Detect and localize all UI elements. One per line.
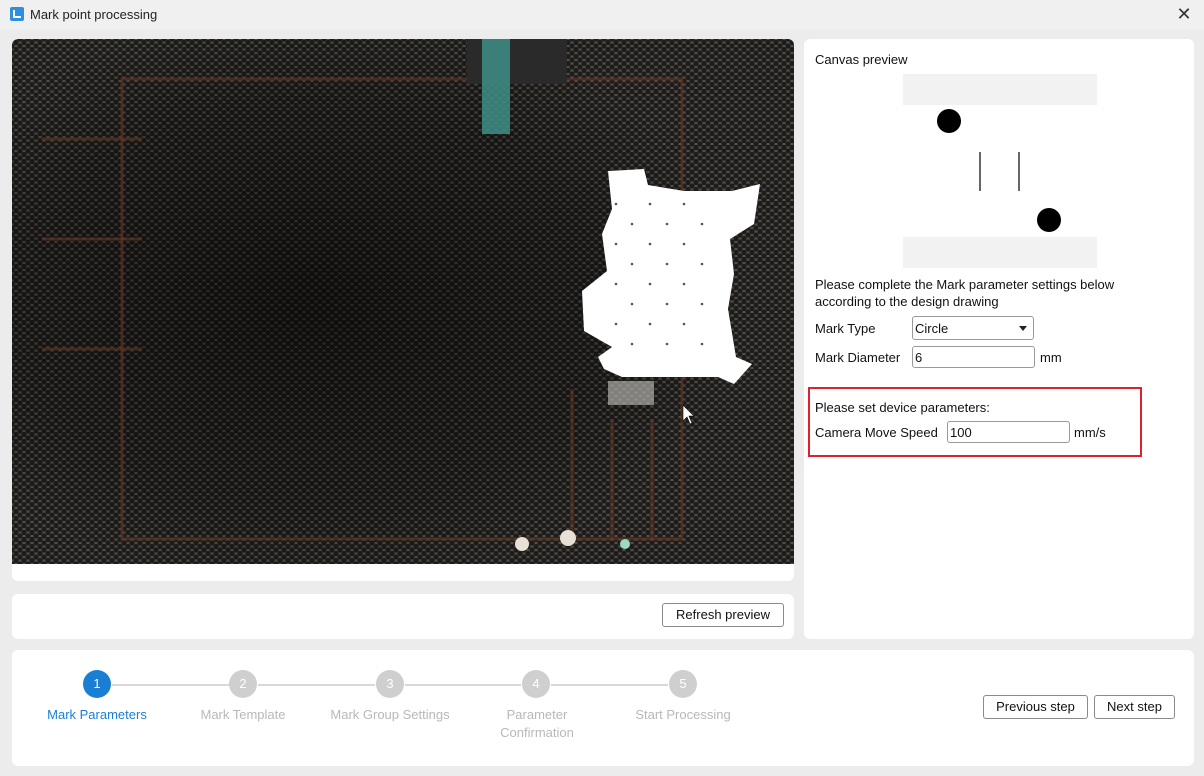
- chevron-down-icon: [1019, 326, 1027, 331]
- refresh-preview-button[interactable]: Refresh preview: [662, 603, 784, 627]
- camera-preview-image: [12, 39, 794, 564]
- steps-panel: 1 2 3 4 5 Mark Parameters Mark Template …: [12, 650, 1194, 766]
- refresh-panel: Refresh preview: [12, 594, 794, 639]
- step-4-label: Parameter Confirmation: [500, 707, 574, 740]
- camera-speed-input[interactable]: [947, 421, 1070, 443]
- mark-diameter-input[interactable]: [912, 346, 1035, 368]
- step-5-label: Start Processing: [635, 707, 731, 722]
- mark-type-value: Circle: [915, 321, 949, 336]
- step-2-label: Mark Template: [200, 707, 286, 722]
- window-title: Mark point processing: [30, 7, 158, 22]
- step-3-indicator[interactable]: 3: [376, 670, 404, 698]
- mark-type-label: Mark Type: [815, 321, 876, 336]
- step-1-indicator[interactable]: 1: [83, 670, 111, 698]
- mark-point-top: [937, 109, 961, 133]
- previous-step-button[interactable]: Previous step: [983, 695, 1088, 719]
- next-step-button[interactable]: Next step: [1094, 695, 1175, 719]
- instruction-text: Please complete the Mark parameter setti…: [815, 277, 1115, 309]
- canvas-preview-title: Canvas preview: [815, 52, 908, 67]
- preview-top-bar: [903, 74, 1097, 105]
- app-logo-icon: [10, 7, 24, 21]
- step-2-indicator[interactable]: 2: [229, 670, 257, 698]
- settings-panel: Canvas preview Please complete the Mark …: [804, 39, 1194, 639]
- device-params-title: Please set device parameters:: [815, 400, 990, 415]
- camera-speed-unit: mm/s: [1074, 425, 1106, 440]
- step-5-indicator[interactable]: 5: [669, 670, 697, 698]
- preview-bottom-bar: [903, 237, 1097, 268]
- step-1-label: Mark Parameters: [47, 707, 147, 722]
- step-connector: [405, 684, 521, 686]
- step-connector: [551, 684, 668, 686]
- mark-diameter-unit: mm: [1040, 350, 1062, 365]
- camera-speed-label: Camera Move Speed: [815, 425, 938, 440]
- title-bar: Mark point processing ✕: [0, 0, 1204, 30]
- step-connector: [258, 684, 375, 686]
- canvas-preview-drawing: [937, 109, 1061, 232]
- step-connector: [112, 684, 229, 686]
- mark-type-select[interactable]: Circle: [912, 316, 1034, 340]
- step-4-indicator[interactable]: 4: [522, 670, 550, 698]
- close-icon[interactable]: ✕: [1172, 3, 1196, 27]
- mark-diameter-label: Mark Diameter: [815, 350, 901, 365]
- camera-panel: [12, 39, 794, 581]
- mark-point-bottom: [1037, 208, 1061, 232]
- step-3-label: Mark Group Settings: [330, 707, 450, 722]
